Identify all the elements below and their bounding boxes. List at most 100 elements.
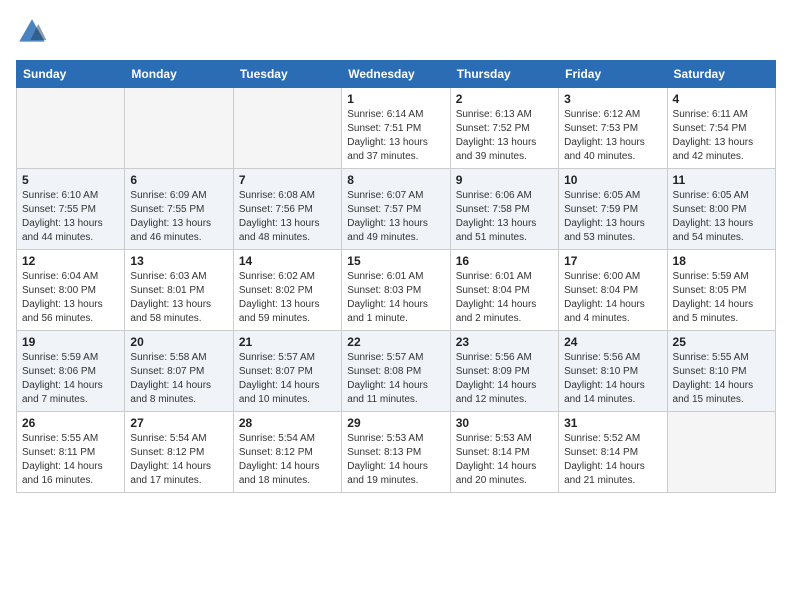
day-number: 18 bbox=[673, 254, 770, 268]
calendar-cell: 24Sunrise: 5:56 AMSunset: 8:10 PMDayligh… bbox=[559, 331, 667, 412]
weekday-header: Sunday bbox=[17, 61, 125, 88]
day-number: 1 bbox=[347, 92, 444, 106]
day-number: 27 bbox=[130, 416, 227, 430]
day-info: Sunrise: 6:14 AMSunset: 7:51 PMDaylight:… bbox=[347, 108, 444, 164]
calendar-cell: 1 Sunrise: 6:14 AMSunset: 7:51 PMDaylight… bbox=[342, 88, 450, 169]
day-info: Sunrise: 5:54 AMSunset: 8:12 PMDaylight:… bbox=[239, 432, 336, 488]
day-number: 19 bbox=[22, 335, 119, 349]
weekday-header: Monday bbox=[125, 61, 233, 88]
calendar-cell bbox=[233, 88, 341, 169]
weekday-row: SundayMondayTuesdayWednesdayThursdayFrid… bbox=[17, 61, 776, 88]
day-info: Sunrise: 6:04 AMSunset: 8:00 PMDaylight:… bbox=[22, 270, 119, 326]
logo bbox=[16, 16, 52, 48]
calendar-cell: 18 Sunrise: 5:59 AMSunset: 8:05 PMDayligh… bbox=[667, 250, 775, 331]
day-number: 23 bbox=[456, 335, 553, 349]
day-number: 17 bbox=[564, 254, 661, 268]
day-number: 20 bbox=[130, 335, 227, 349]
day-info: Sunrise: 5:52 AMSunset: 8:14 PMDaylight:… bbox=[564, 432, 661, 488]
weekday-header: Saturday bbox=[667, 61, 775, 88]
calendar-cell: 6 Sunrise: 6:09 AMSunset: 7:55 PMDaylight… bbox=[125, 169, 233, 250]
calendar-cell: 9 Sunrise: 6:06 AMSunset: 7:58 PMDaylight… bbox=[450, 169, 558, 250]
calendar-cell: 3Sunrise: 6:12 AMSunset: 7:53 PMDaylight… bbox=[559, 88, 667, 169]
calendar-header: SundayMondayTuesdayWednesdayThursdayFrid… bbox=[17, 61, 776, 88]
calendar-week-row: 5Sunrise: 6:10 AMSunset: 7:55 PMDaylight… bbox=[17, 169, 776, 250]
day-number: 30 bbox=[456, 416, 553, 430]
day-info: Sunrise: 6:07 AMSunset: 7:57 PMDaylight:… bbox=[347, 189, 444, 245]
day-number: 14 bbox=[239, 254, 336, 268]
calendar-cell bbox=[667, 412, 775, 493]
calendar-cell: 22Sunrise: 5:57 AMSunset: 8:08 PMDayligh… bbox=[342, 331, 450, 412]
day-number: 6 bbox=[130, 173, 227, 187]
calendar-week-row: 1 Sunrise: 6:14 AMSunset: 7:51 PMDaylight… bbox=[17, 88, 776, 169]
day-info: Sunrise: 5:57 AMSunset: 8:07 PMDaylight:… bbox=[239, 351, 336, 407]
day-info: Sunrise: 6:05 AMSunset: 8:00 PMDaylight:… bbox=[673, 189, 770, 245]
day-number: 4 bbox=[673, 92, 770, 106]
page-header bbox=[16, 16, 776, 48]
calendar-body: 1 Sunrise: 6:14 AMSunset: 7:51 PMDaylight… bbox=[17, 88, 776, 493]
calendar-cell: 30 Sunrise: 5:53 AMSunset: 8:14 PMDayligh… bbox=[450, 412, 558, 493]
day-number: 28 bbox=[239, 416, 336, 430]
calendar-cell: 25 Sunrise: 5:55 AMSunset: 8:10 PMDayligh… bbox=[667, 331, 775, 412]
day-number: 15 bbox=[347, 254, 444, 268]
day-number: 24 bbox=[564, 335, 661, 349]
calendar-week-row: 19 Sunrise: 5:59 AMSunset: 8:06 PMDayligh… bbox=[17, 331, 776, 412]
calendar-table: SundayMondayTuesdayWednesdayThursdayFrid… bbox=[16, 60, 776, 493]
calendar-cell: 12 Sunrise: 6:04 AMSunset: 8:00 PMDayligh… bbox=[17, 250, 125, 331]
day-info: Sunrise: 6:08 AMSunset: 7:56 PMDaylight:… bbox=[239, 189, 336, 245]
calendar-cell: 19 Sunrise: 5:59 AMSunset: 8:06 PMDayligh… bbox=[17, 331, 125, 412]
day-number: 21 bbox=[239, 335, 336, 349]
weekday-header: Friday bbox=[559, 61, 667, 88]
day-info: Sunrise: 5:53 AMSunset: 8:14 PMDaylight:… bbox=[456, 432, 553, 488]
calendar-cell: 7 Sunrise: 6:08 AMSunset: 7:56 PMDaylight… bbox=[233, 169, 341, 250]
day-number: 26 bbox=[22, 416, 119, 430]
calendar-cell: 14 Sunrise: 6:02 AMSunset: 8:02 PMDayligh… bbox=[233, 250, 341, 331]
day-number: 12 bbox=[22, 254, 119, 268]
day-number: 9 bbox=[456, 173, 553, 187]
calendar-cell: 16 Sunrise: 6:01 AMSunset: 8:04 PMDayligh… bbox=[450, 250, 558, 331]
calendar-cell: 17 Sunrise: 6:00 AMSunset: 8:04 PMDayligh… bbox=[559, 250, 667, 331]
day-info: Sunrise: 6:00 AMSunset: 8:04 PMDaylight:… bbox=[564, 270, 661, 326]
calendar-cell: 8 Sunrise: 6:07 AMSunset: 7:57 PMDaylight… bbox=[342, 169, 450, 250]
day-info: Sunrise: 5:59 AMSunset: 8:06 PMDaylight:… bbox=[22, 351, 119, 407]
day-info: Sunrise: 5:55 AMSunset: 8:10 PMDaylight:… bbox=[673, 351, 770, 407]
logo-icon bbox=[16, 16, 48, 48]
day-number: 25 bbox=[673, 335, 770, 349]
day-info: Sunrise: 5:56 AMSunset: 8:09 PMDaylight:… bbox=[456, 351, 553, 407]
weekday-header: Wednesday bbox=[342, 61, 450, 88]
day-info: Sunrise: 6:06 AMSunset: 7:58 PMDaylight:… bbox=[456, 189, 553, 245]
day-number: 11 bbox=[673, 173, 770, 187]
calendar-cell: 13Sunrise: 6:03 AMSunset: 8:01 PMDayligh… bbox=[125, 250, 233, 331]
calendar-week-row: 12 Sunrise: 6:04 AMSunset: 8:00 PMDayligh… bbox=[17, 250, 776, 331]
day-info: Sunrise: 6:09 AMSunset: 7:55 PMDaylight:… bbox=[130, 189, 227, 245]
calendar-cell: 4 Sunrise: 6:11 AMSunset: 7:54 PMDaylight… bbox=[667, 88, 775, 169]
day-number: 5 bbox=[22, 173, 119, 187]
day-number: 31 bbox=[564, 416, 661, 430]
day-number: 16 bbox=[456, 254, 553, 268]
day-info: Sunrise: 5:59 AMSunset: 8:05 PMDaylight:… bbox=[673, 270, 770, 326]
weekday-header: Tuesday bbox=[233, 61, 341, 88]
calendar-cell: 26 Sunrise: 5:55 AMSunset: 8:11 PMDayligh… bbox=[17, 412, 125, 493]
day-number: 10 bbox=[564, 173, 661, 187]
calendar-cell: 28 Sunrise: 5:54 AMSunset: 8:12 PMDayligh… bbox=[233, 412, 341, 493]
day-number: 8 bbox=[347, 173, 444, 187]
day-info: Sunrise: 5:58 AMSunset: 8:07 PMDaylight:… bbox=[130, 351, 227, 407]
day-number: 29 bbox=[347, 416, 444, 430]
day-number: 13 bbox=[130, 254, 227, 268]
day-info: Sunrise: 5:53 AMSunset: 8:13 PMDaylight:… bbox=[347, 432, 444, 488]
calendar-cell: 5Sunrise: 6:10 AMSunset: 7:55 PMDaylight… bbox=[17, 169, 125, 250]
calendar-cell: 31 Sunrise: 5:52 AMSunset: 8:14 PMDayligh… bbox=[559, 412, 667, 493]
day-info: Sunrise: 6:11 AMSunset: 7:54 PMDaylight:… bbox=[673, 108, 770, 164]
day-info: Sunrise: 6:01 AMSunset: 8:04 PMDaylight:… bbox=[456, 270, 553, 326]
day-number: 7 bbox=[239, 173, 336, 187]
calendar-cell: 2Sunrise: 6:13 AMSunset: 7:52 PMDaylight… bbox=[450, 88, 558, 169]
calendar-cell: 21 Sunrise: 5:57 AMSunset: 8:07 PMDayligh… bbox=[233, 331, 341, 412]
weekday-header: Thursday bbox=[450, 61, 558, 88]
calendar-cell: 11 Sunrise: 6:05 AMSunset: 8:00 PMDayligh… bbox=[667, 169, 775, 250]
calendar-cell: 23 Sunrise: 5:56 AMSunset: 8:09 PMDayligh… bbox=[450, 331, 558, 412]
day-number: 22 bbox=[347, 335, 444, 349]
calendar-cell: 27Sunrise: 5:54 AMSunset: 8:12 PMDayligh… bbox=[125, 412, 233, 493]
day-info: Sunrise: 6:02 AMSunset: 8:02 PMDaylight:… bbox=[239, 270, 336, 326]
calendar-cell: 20 Sunrise: 5:58 AMSunset: 8:07 PMDayligh… bbox=[125, 331, 233, 412]
calendar-week-row: 26 Sunrise: 5:55 AMSunset: 8:11 PMDayligh… bbox=[17, 412, 776, 493]
day-info: Sunrise: 5:55 AMSunset: 8:11 PMDaylight:… bbox=[22, 432, 119, 488]
